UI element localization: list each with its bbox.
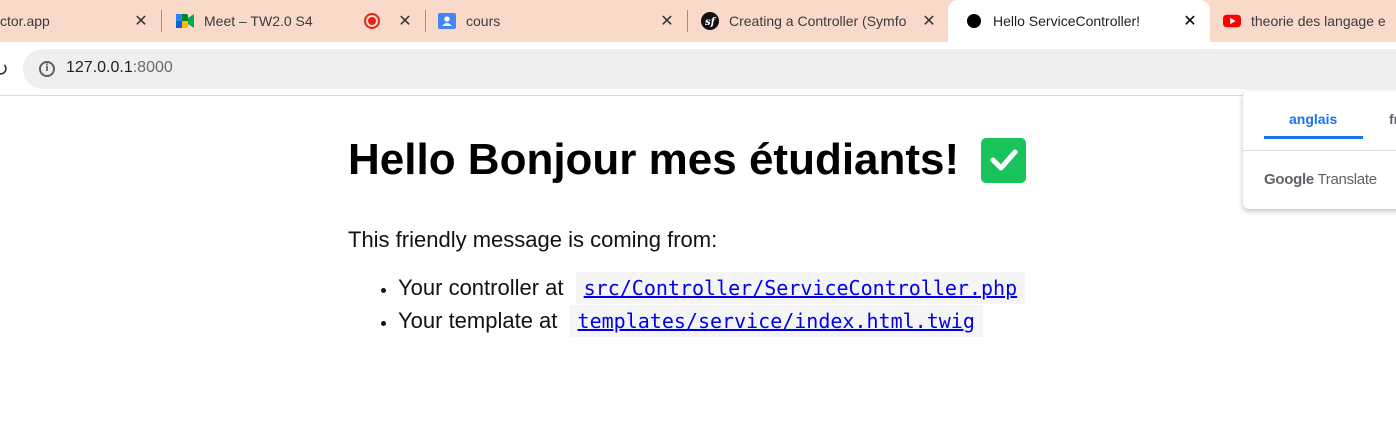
recording-icon <box>364 13 380 29</box>
classroom-icon <box>438 12 456 30</box>
youtube-icon <box>1223 12 1241 30</box>
tab-symfony-docs[interactable]: sf Creating a Controller (Symfo ✕ <box>701 0 947 42</box>
tab-strip: ctor.app ✕ Meet – TW2.0 S4 ✕ cours ✕ sf … <box>0 0 1396 42</box>
tab-separator <box>687 10 688 32</box>
tab-separator <box>425 10 426 32</box>
selected-tab-indicator <box>1264 136 1363 139</box>
page-dot-icon <box>965 12 983 30</box>
brand-product: Translate <box>1317 171 1377 188</box>
tab-title: Meet – TW2.0 S4 <box>204 13 313 29</box>
site-info-icon[interactable]: i <box>39 61 55 77</box>
tab-title: ctor.app <box>0 13 50 29</box>
close-tab-icon[interactable]: ✕ <box>132 12 150 30</box>
code-path: src/Controller/ServiceController.php <box>575 272 1026 304</box>
code-path: templates/service/index.html.twig <box>569 305 983 337</box>
item-label: Your controller at <box>398 275 564 300</box>
close-tab-icon[interactable]: ✕ <box>658 12 676 30</box>
controller-file-link[interactable]: src/Controller/ServiceController.php <box>584 276 1017 300</box>
list-item: Your template at templates/service/index… <box>398 304 1068 337</box>
check-mark-button-icon <box>981 137 1027 183</box>
url-text[interactable]: 127.0.0.1:8000 <box>66 59 173 77</box>
intro-text: This friendly message is coming from: <box>348 227 718 252</box>
url-host: 127.0.0.1 <box>66 59 133 76</box>
reload-icon[interactable]: ↻ <box>0 57 10 81</box>
tab-title: cours <box>466 13 501 29</box>
heading-text: Hello Bonjour mes étudiants! <box>348 135 960 184</box>
list-item: Your controller at src/Controller/Servic… <box>398 271 1068 304</box>
meet-icon <box>176 12 194 30</box>
tab-title: Creating a Controller (Symfo <box>729 13 907 29</box>
close-tab-icon[interactable]: ✕ <box>920 12 938 30</box>
browser-toolbar: ↻ i 127.0.0.1:8000 <box>0 42 1396 96</box>
page-content: Hello Bonjour mes étudiants! This friend… <box>348 134 1068 337</box>
close-tab-icon[interactable]: ✕ <box>1181 12 1199 30</box>
template-file-link[interactable]: templates/service/index.html.twig <box>578 309 975 333</box>
tab-title: Hello ServiceController! <box>993 13 1141 29</box>
item-label: Your template at <box>398 308 558 333</box>
address-bar[interactable]: i 127.0.0.1:8000 <box>23 49 1396 89</box>
brand-google: Google <box>1264 171 1314 188</box>
url-port: :8000 <box>132 59 173 76</box>
tab-cours[interactable]: cours ✕ <box>438 0 686 42</box>
tab-title: theorie des langage e <box>1251 13 1386 29</box>
tab-meet[interactable]: Meet – TW2.0 S4 ✕ <box>176 0 424 42</box>
google-translate-popup: anglais fr Google Translate <box>1243 91 1396 209</box>
tab-separator <box>161 10 162 32</box>
tab-youtube[interactable]: theorie des langage e <box>1223 0 1396 42</box>
language-tab-fr[interactable]: fr <box>1389 111 1396 127</box>
svg-text:sf: sf <box>705 17 717 28</box>
translate-language-tabs: anglais fr <box>1243 91 1396 151</box>
close-tab-icon[interactable]: ✕ <box>396 12 414 30</box>
source-list: Your controller at src/Controller/Servic… <box>348 271 1068 337</box>
tab-hello-servicecontroller[interactable]: Hello ServiceController! ✕ <box>948 0 1210 42</box>
page-heading: Hello Bonjour mes étudiants! <box>348 134 1068 186</box>
language-tab-anglais[interactable]: anglais <box>1289 111 1337 127</box>
tab-ctor-app[interactable]: ctor.app ✕ <box>0 0 160 42</box>
google-translate-logo: Google Translate <box>1264 171 1377 188</box>
symfony-icon: sf <box>701 12 719 30</box>
